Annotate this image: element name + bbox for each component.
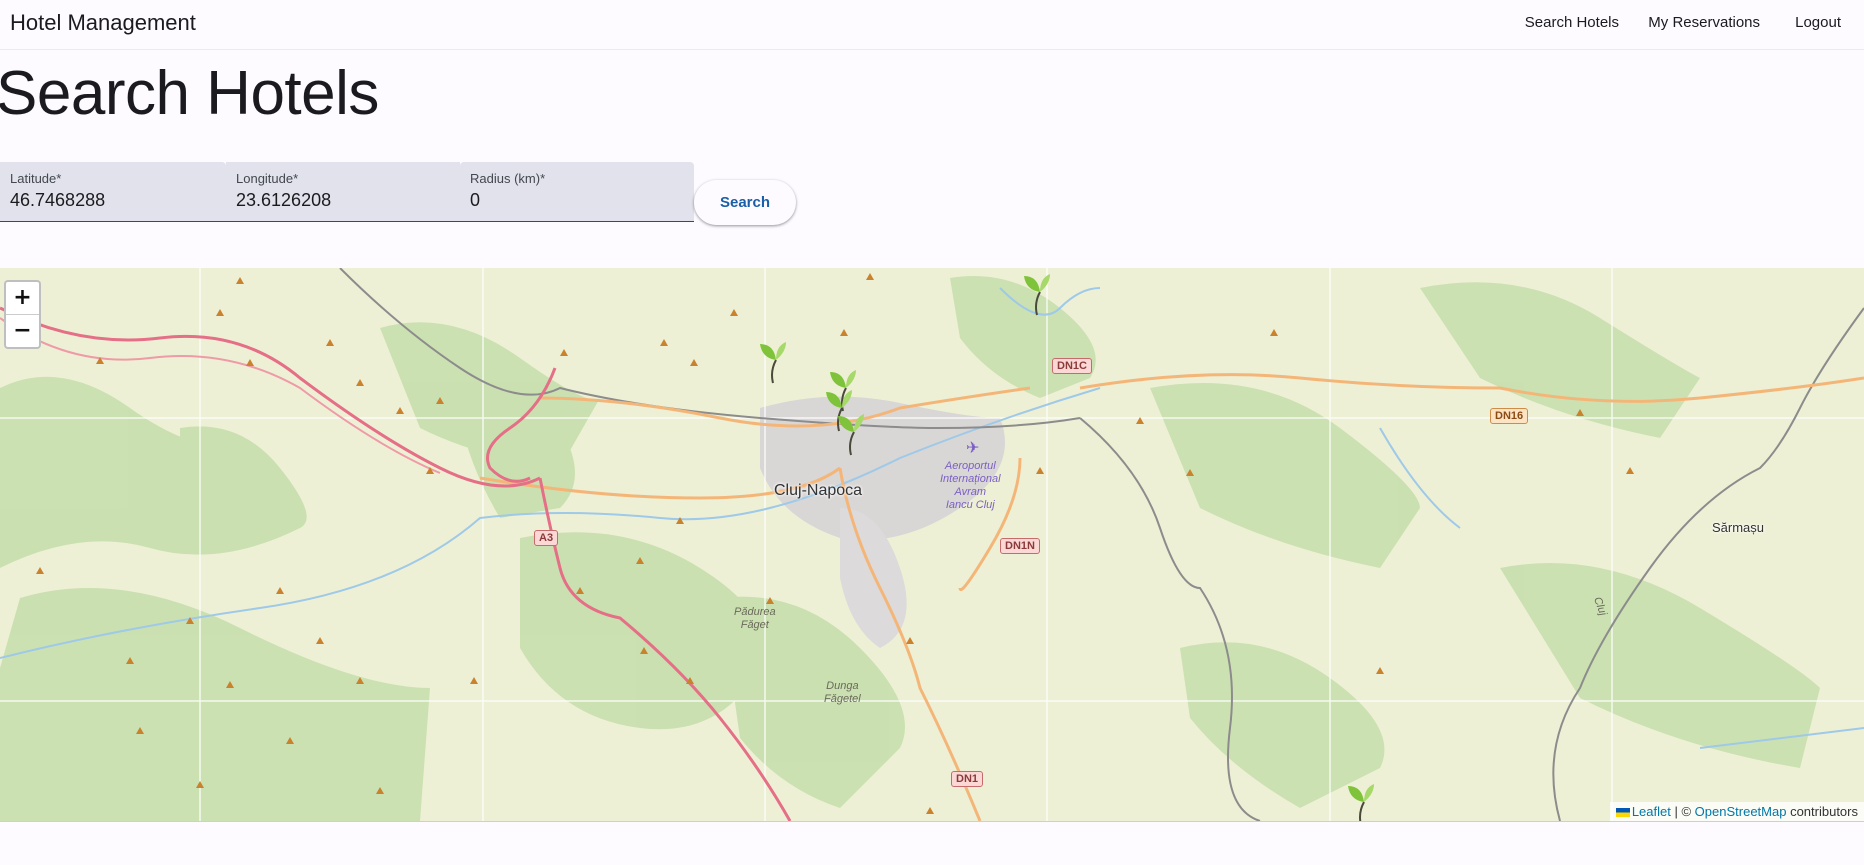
shield-a3: A3 [534, 530, 559, 546]
radius-label: Radius (km)* [470, 171, 546, 186]
shield-dn1n: DN1N [1000, 538, 1040, 554]
hotel-marker-leaf-icon[interactable] [756, 336, 790, 384]
hotel-marker-leaf-icon[interactable] [1020, 268, 1054, 316]
map[interactable]: + − Cluj-Napoca Sărmașu Aeroportul Inter… [0, 268, 1864, 822]
openstreetmap-link[interactable]: OpenStreetMap [1695, 804, 1787, 819]
attribution-separator: | © [1670, 804, 1695, 819]
latitude-input[interactable] [10, 190, 220, 211]
shield-dn16: DN16 [1490, 408, 1529, 424]
airplane-icon: ✈ [966, 440, 980, 457]
zoom-control: + − [4, 280, 41, 349]
zoom-in-button[interactable]: + [6, 282, 39, 315]
radius-input[interactable] [470, 190, 680, 211]
forest-label-paduria-faget: Pădurea Făget [734, 606, 776, 631]
search-button[interactable]: Search [694, 180, 796, 225]
airport-label: Aeroportul Internațional Avram Iancu Clu… [940, 460, 1001, 511]
city-label: Cluj-Napoca [774, 482, 863, 499]
shield-dn1c: DN1C [1052, 358, 1092, 374]
latitude-label: Latitude* [10, 171, 62, 186]
leaflet-link[interactable]: Leaflet [1632, 804, 1671, 819]
nav-my-reservations[interactable]: My Reservations [1648, 14, 1760, 31]
attribution-suffix: contributors [1786, 804, 1858, 819]
nav-search-hotels[interactable]: Search Hotels [1525, 14, 1619, 31]
longitude-field[interactable]: Longitude* [226, 162, 460, 222]
app-bar: Hotel Management Search Hotels My Reserv… [0, 0, 1864, 50]
shield-dn1: DN1 [951, 771, 984, 787]
page-title: Search Hotels [0, 59, 379, 128]
zoom-out-button[interactable]: − [6, 315, 39, 347]
radius-field[interactable]: Radius (km)* [460, 162, 694, 222]
ukraine-flag-icon [1615, 808, 1630, 818]
town-label: Sărmașu [1712, 520, 1765, 535]
hotel-marker-leaf-icon[interactable] [1344, 778, 1378, 822]
nav-logout[interactable]: Logout [1795, 14, 1841, 31]
longitude-input[interactable] [236, 190, 446, 211]
map-attribution: Leaflet | © OpenStreetMap contributors [1609, 802, 1864, 821]
hotel-marker-leaf-icon[interactable] [834, 408, 868, 456]
forest-label-dunga-fagetel: Dunga Făgetel [824, 680, 861, 705]
map-tiles [0, 268, 1864, 821]
longitude-label: Longitude* [236, 171, 299, 186]
latitude-field[interactable]: Latitude* [0, 162, 226, 222]
app-title: Hotel Management [10, 10, 196, 35]
